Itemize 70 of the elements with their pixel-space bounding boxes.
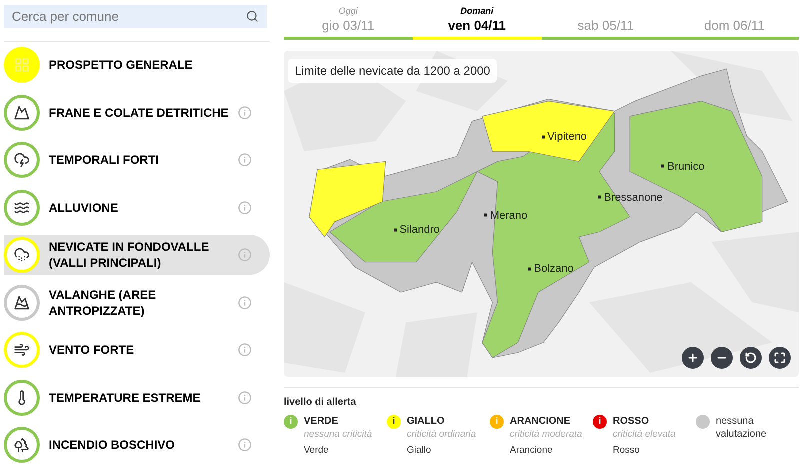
hazard-label: ALLUVIONE xyxy=(49,200,120,216)
hazard-label: PROSPETTO GENERALE xyxy=(49,57,194,73)
rotate-icon xyxy=(745,352,757,364)
map-region[interactable] xyxy=(309,161,386,238)
hazard-item[interactable]: PROSPETTO GENERALE xyxy=(4,45,270,85)
day-label: gio 03/11 xyxy=(322,17,375,34)
map-note-tooltip: Limite delle nevicate da 1200 a 2000 xyxy=(288,59,498,83)
level-note: Rosso xyxy=(613,444,641,457)
hazard-item[interactable]: NEVICATE IN FONDOVALLE (VALLI PRINCIPALI) xyxy=(4,235,270,275)
level-name: GIALLO xyxy=(407,415,446,428)
day-tab[interactable]: Domani ven 04/11 xyxy=(412,0,542,40)
level-description: criticità moderata xyxy=(510,428,582,441)
day-label: dom 06/11 xyxy=(704,17,765,34)
level-note: Arancione xyxy=(510,444,554,457)
hazard-label: VENTO FORTE xyxy=(49,342,136,358)
level-name: nessuna valutazione xyxy=(716,415,768,441)
waves-icon xyxy=(14,200,30,216)
hazard-item[interactable]: VALANGHE (AREE ANTROPIZZATE) xyxy=(4,282,270,322)
info-icon[interactable] xyxy=(238,153,252,167)
hazard-label: NEVICATE IN FONDOVALLE (VALLI PRINCIPALI) xyxy=(49,239,210,271)
day-label: sab 05/11 xyxy=(578,17,634,34)
level-name: ARANCIONE xyxy=(510,415,572,428)
place-label: Vipiteno xyxy=(542,129,588,146)
hazard-item[interactable]: TEMPERATURE ESTREME xyxy=(4,378,270,418)
level-description: criticità elevata xyxy=(613,428,676,441)
snow-cloud-icon xyxy=(14,247,30,263)
level-name: ROSSO xyxy=(613,415,650,428)
info-icon[interactable] xyxy=(238,296,252,310)
level-note: Giallo xyxy=(407,444,432,457)
fullscreen-button[interactable] xyxy=(769,347,791,369)
reset-button[interactable] xyxy=(740,347,762,369)
info-icon[interactable] xyxy=(238,106,252,120)
hazard-item[interactable]: TEMPORALI FORTI xyxy=(4,140,270,180)
info-icon[interactable] xyxy=(238,390,252,404)
day-caption: Oggi xyxy=(338,6,358,17)
legend-title: livello di allerta xyxy=(284,396,358,409)
fullscreen-icon xyxy=(774,352,786,364)
level-description: nessuna criticità xyxy=(304,428,372,441)
info-icon[interactable] xyxy=(238,438,252,452)
info-icon[interactable] xyxy=(238,343,252,357)
hazard-item[interactable]: FRANE E COLATE DETRITICHE xyxy=(4,92,270,132)
hazard-label: FRANE E COLATE DETRITICHE xyxy=(49,104,230,120)
hazard-label: INCENDIO BOSCHIVO xyxy=(49,437,176,453)
storm-cloud-icon xyxy=(14,152,30,168)
place-label: Bolzano xyxy=(528,261,574,278)
level-description: criticità ordinaria xyxy=(407,428,476,441)
trees-icon xyxy=(14,437,30,453)
plus-icon xyxy=(687,352,699,364)
hazard-label: TEMPERATURE ESTREME xyxy=(49,390,202,406)
place-label: Merano xyxy=(484,207,528,224)
hazard-item[interactable]: INCENDIO BOSCHIVO xyxy=(4,425,270,465)
search-icon[interactable] xyxy=(246,10,259,23)
hazard-item[interactable]: ALLUVIONE xyxy=(4,188,270,228)
day-label: ven 04/11 xyxy=(448,17,506,34)
wind-icon xyxy=(14,342,30,358)
info-icon[interactable] xyxy=(238,248,252,262)
day-caption: Domani xyxy=(460,6,494,17)
hazard-label: VALANGHE (AREE ANTROPIZZATE) xyxy=(49,286,158,318)
level-name: VERDE xyxy=(304,415,340,428)
place-label: Brunico xyxy=(661,158,705,175)
grid-icon xyxy=(14,57,30,73)
zoom-out-button[interactable] xyxy=(711,347,733,369)
snowy-mountain-icon xyxy=(14,294,30,310)
place-label: Silandro xyxy=(394,222,440,239)
search-field[interactable]: Cerca per comune xyxy=(4,5,267,28)
level-note: Verde xyxy=(304,444,330,457)
hazard-label: TEMPORALI FORTI xyxy=(49,152,160,168)
info-icon[interactable] xyxy=(238,200,252,214)
map-region[interactable] xyxy=(482,101,616,162)
hazard-item[interactable]: VENTO FORTE xyxy=(4,330,270,370)
